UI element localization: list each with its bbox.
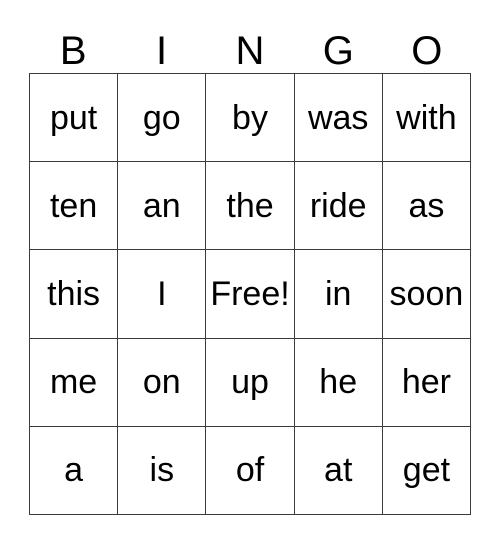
bingo-cell-label: as	[408, 186, 445, 225]
bingo-cell-b2[interactable]: ten	[30, 162, 119, 251]
bingo-cell-label: in	[324, 275, 352, 313]
bingo-cell-n2[interactable]: the	[206, 162, 295, 251]
bingo-cell-g2[interactable]: ride	[294, 162, 383, 251]
bingo-cell-b5[interactable]: a	[30, 426, 119, 516]
bingo-cell-label: me	[49, 363, 98, 402]
bingo-header-row: B I N G O	[29, 20, 471, 73]
bingo-cell-label: at	[324, 451, 353, 490]
bingo-cell-i1[interactable]: go	[118, 74, 207, 163]
bingo-cell-label: on	[142, 363, 181, 402]
bingo-row-5: a is of at get	[30, 426, 472, 516]
bingo-cell-g4[interactable]: he	[294, 338, 383, 427]
bingo-cell-label: go	[142, 98, 181, 137]
bingo-cell-label: put	[49, 98, 98, 137]
bingo-cell-o2[interactable]: as	[382, 162, 472, 251]
bingo-cell-label: get	[402, 451, 451, 490]
bingo-row-1: put go by was with	[30, 74, 472, 163]
bingo-cell-label: of	[235, 451, 265, 490]
bingo-card: B I N G O put go by was with ten an the …	[29, 20, 472, 516]
bingo-cell-free-space[interactable]: Free!	[206, 250, 295, 339]
bingo-cell-label: is	[149, 451, 175, 490]
bingo-cell-b3[interactable]: this	[30, 250, 119, 339]
bingo-cell-i3[interactable]: I	[118, 250, 207, 339]
bingo-cell-o1[interactable]: with	[382, 74, 472, 163]
bingo-header-letter-b: B	[59, 29, 87, 73]
bingo-cell-label: ten	[49, 186, 98, 225]
bingo-cell-n4[interactable]: up	[206, 338, 295, 427]
bingo-cell-g5[interactable]: at	[294, 426, 383, 516]
bingo-cell-i5[interactable]: is	[118, 426, 207, 516]
bingo-row-3: this I Free! in soon	[30, 250, 472, 339]
bingo-header-letter-o: O	[411, 29, 443, 73]
bingo-cell-g3[interactable]: in	[294, 250, 383, 339]
bingo-cell-i4[interactable]: on	[118, 338, 207, 427]
bingo-cell-label: was	[307, 98, 369, 137]
bingo-cell-o4[interactable]: her	[382, 338, 472, 427]
bingo-cell-label: an	[142, 186, 181, 225]
bingo-cell-label: a	[64, 451, 84, 490]
bingo-cell-label: by	[232, 98, 268, 137]
bingo-cell-o5[interactable]: get	[382, 426, 472, 516]
bingo-header-letter-n: N	[235, 29, 265, 73]
bingo-cell-label: up	[231, 363, 269, 402]
bingo-row-4: me on up he her	[30, 338, 472, 427]
bingo-cell-label: this	[47, 275, 101, 313]
bingo-cell-label: the	[226, 186, 274, 225]
bingo-cell-o3[interactable]: soon	[382, 250, 472, 339]
bingo-cell-label: ride	[309, 186, 367, 225]
bingo-cell-label: her	[401, 363, 451, 402]
bingo-cell-label: he	[319, 363, 358, 402]
bingo-cell-g1[interactable]: was	[294, 74, 383, 163]
bingo-cell-b1[interactable]: put	[30, 74, 119, 163]
bingo-cell-i2[interactable]: an	[118, 162, 207, 251]
bingo-cell-label: I	[157, 275, 167, 313]
bingo-cell-n5[interactable]: of	[206, 426, 295, 516]
bingo-header-letter-i: I	[156, 29, 168, 73]
bingo-cell-n1[interactable]: by	[206, 74, 295, 163]
bingo-cell-b4[interactable]: me	[30, 338, 119, 427]
bingo-free-space-label: Free!	[210, 275, 290, 313]
bingo-grid: put go by was with ten an the ride as th…	[29, 73, 472, 516]
bingo-cell-label: with	[396, 98, 457, 137]
bingo-header-letter-g: G	[322, 29, 354, 73]
bingo-row-2: ten an the ride as	[30, 162, 472, 251]
bingo-cell-label: soon	[389, 275, 464, 313]
